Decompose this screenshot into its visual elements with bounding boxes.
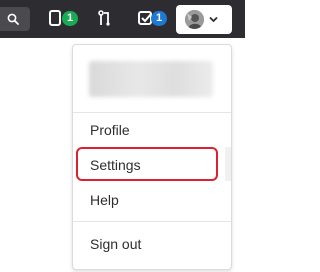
issues-count-badge: 1 bbox=[62, 11, 78, 26]
merge-request-icon[interactable] bbox=[98, 9, 112, 27]
issues-icon bbox=[49, 10, 61, 26]
settings-highlight-box bbox=[76, 147, 218, 181]
top-navbar: 1 1 bbox=[0, 0, 245, 38]
menu-item-profile[interactable]: Profile bbox=[90, 121, 130, 139]
search-icon bbox=[7, 13, 19, 25]
todos-count-badge: 1 bbox=[151, 11, 167, 26]
menu-item-help[interactable]: Help bbox=[90, 191, 119, 209]
user-menu-button[interactable] bbox=[176, 5, 232, 34]
avatar bbox=[185, 10, 204, 29]
divider bbox=[73, 112, 231, 113]
user-dropdown-menu: Profile Settings Help Sign out bbox=[72, 44, 232, 270]
search-button[interactable] bbox=[0, 7, 30, 31]
divider bbox=[73, 221, 231, 222]
menu-item-sign-out[interactable]: Sign out bbox=[90, 235, 141, 253]
user-name-redacted bbox=[89, 61, 213, 97]
chevron-down-icon bbox=[209, 16, 218, 23]
focus-shade bbox=[225, 147, 231, 181]
